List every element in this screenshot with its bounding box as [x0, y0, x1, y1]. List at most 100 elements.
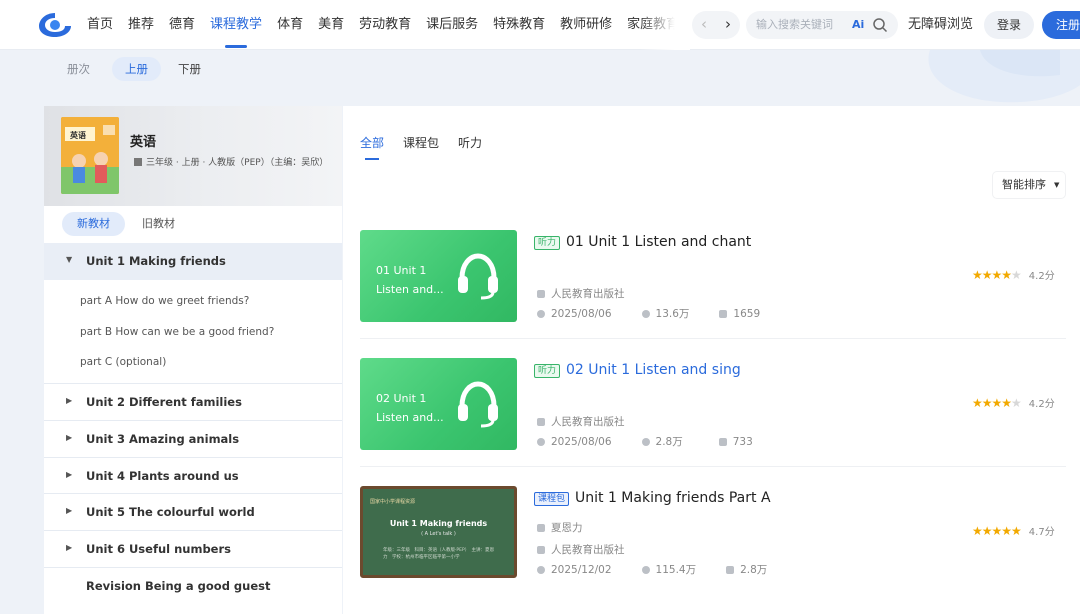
book-cover-art: [61, 117, 119, 194]
star-icon: ★: [1011, 267, 1022, 282]
resource-item[interactable]: 01 Unit 1 Listen and... 听力 01 Unit 1 Lis…: [360, 230, 1066, 358]
caret-right-icon: ▶: [66, 433, 73, 442]
rating-score: 4.2分: [1028, 399, 1055, 410]
main-nav: 首页 推荐 德育 课程教学 体育 美育 劳动教育 课后服务 特殊教育 教师研修 …: [87, 0, 722, 50]
accessibility-link[interactable]: 无障碍浏览: [908, 0, 973, 50]
resource-item[interactable]: 国家中小学课程资源 Unit 1 Making friends ( A Let'…: [360, 486, 1066, 614]
textbook-panel: 英语 英语 三年级 · 上册 · 人教版（PEP）（主编：吴欣） 新教材 旧教材…: [44, 106, 342, 614]
book-cover[interactable]: 英语: [61, 117, 119, 194]
resource-thumbnail[interactable]: 01 Unit 1 Listen and...: [360, 230, 517, 322]
edition-tabs: 新教材 旧教材: [62, 212, 192, 236]
top-header: 首页 推荐 德育 课程教学 体育 美育 劳动教育 课后服务 特殊教育 教师研修 …: [0, 0, 1080, 50]
type-badge: 课程包: [534, 492, 570, 506]
clock-icon: [537, 437, 545, 446]
volume-tab-first[interactable]: 上册: [112, 57, 161, 81]
nav-teacher-training[interactable]: 教师研修: [560, 0, 612, 50]
nav-moral[interactable]: 德育: [169, 0, 195, 50]
unit-part-item[interactable]: part B How can we be a good friend?: [80, 326, 274, 338]
unit-item[interactable]: ▼ Unit 1 Making friends: [44, 243, 342, 280]
unit-submenu: part A How do we greet friends? part B H…: [44, 281, 342, 383]
nav-arts[interactable]: 美育: [318, 0, 344, 50]
unit-item[interactable]: Revision Being a good guest: [44, 567, 342, 604]
publish-date: 2025/08/06: [551, 435, 612, 448]
view-count: 2.8万: [655, 436, 683, 448]
resource-item[interactable]: 02 Unit 1 Listen and... 听力 02 Unit 1 Lis…: [360, 358, 1066, 486]
unit-label: Unit 1 Making friends: [86, 254, 226, 268]
unit-item[interactable]: ▶ Unit 4 Plants around us: [44, 457, 342, 494]
author-text: 夏恩力: [551, 522, 583, 534]
unit-item[interactable]: ▶ Unit 6 Useful numbers: [44, 530, 342, 567]
login-button[interactable]: 登录: [984, 11, 1034, 39]
publish-date: 2025/12/02: [551, 563, 612, 576]
unit-label: Unit 6 Useful numbers: [86, 542, 231, 556]
register-button[interactable]: 注册: [1042, 11, 1080, 39]
headphones-icon: [458, 253, 498, 300]
sort-label: 智能排序: [1002, 178, 1046, 191]
tab-course-package[interactable]: 课程包: [403, 134, 439, 152]
type-badge: 听力: [534, 364, 561, 378]
sort-dropdown[interactable]: 智能排序 ▼: [993, 172, 1065, 198]
thumbnail-text: 01 Unit 1 Listen and...: [376, 264, 444, 296]
view-count: 13.6万: [655, 308, 690, 320]
search-box[interactable]: 输入搜索关键词 Ai: [746, 11, 898, 39]
unit-item[interactable]: ▶ Unit 2 Different families: [44, 383, 342, 420]
nav-after-school[interactable]: 课后服务: [426, 0, 478, 50]
edition-tab-old[interactable]: 旧教材: [127, 212, 190, 236]
resource-thumbnail[interactable]: 国家中小学课程资源 Unit 1 Making friends ( A Let'…: [360, 486, 517, 578]
volume-tab-second[interactable]: 下册: [165, 57, 214, 81]
unit-part-item[interactable]: part C (optional): [80, 356, 166, 368]
star-icon: ★★★★: [972, 395, 1012, 410]
edition-tab-new[interactable]: 新教材: [62, 212, 125, 236]
unit-part-item[interactable]: part A How do we greet friends?: [80, 295, 249, 307]
user-icon: [537, 523, 545, 532]
book-icon: [134, 157, 142, 166]
nav-course-teaching[interactable]: 课程教学: [210, 0, 262, 50]
book-meta: 三年级 · 上册 · 人教版（PEP）（主编：吴欣）: [134, 155, 328, 168]
caret-right-icon: ▶: [66, 543, 73, 552]
nav-labor[interactable]: 劳动教育: [359, 0, 411, 50]
resource-title[interactable]: 01 Unit 1 Listen and chant: [566, 234, 751, 250]
site-logo[interactable]: [38, 12, 72, 38]
book-header: 英语 英语 三年级 · 上册 · 人教版（PEP）（主编：吴欣）: [44, 106, 342, 206]
resource-thumbnail[interactable]: 02 Unit 1 Listen and...: [360, 358, 517, 450]
nav-sports[interactable]: 体育: [277, 0, 303, 50]
unit-item[interactable]: ▶ Unit 5 The colourful world: [44, 493, 342, 530]
resource-stats: 2025/08/06 13.6万 1659: [537, 306, 760, 321]
search-icon[interactable]: [872, 17, 888, 33]
star-icon: ★★★★: [972, 267, 1012, 282]
eye-icon: [641, 309, 650, 318]
tab-all[interactable]: 全部: [360, 134, 384, 160]
chevron-right-icon[interactable]: ›: [716, 11, 740, 39]
chevron-down-icon: ▼: [1054, 181, 1060, 189]
publish-date: 2025/08/06: [551, 307, 612, 320]
resource-title[interactable]: 02 Unit 1 Listen and sing: [566, 362, 741, 378]
tab-listening[interactable]: 听力: [458, 134, 482, 152]
thumbs-up-icon: [718, 437, 727, 446]
resource-publisher: 人民教育出版社: [537, 542, 625, 557]
ai-icon[interactable]: Ai: [852, 18, 864, 32]
rating: ★★★★★ 4.7分: [972, 523, 1055, 539]
nav-special-ed[interactable]: 特殊教育: [493, 0, 545, 50]
volume-label: 册次: [67, 62, 90, 76]
star-icon: ★★★★★: [972, 523, 1022, 538]
nav-recommend[interactable]: 推荐: [128, 0, 154, 50]
caret-right-icon: ▶: [66, 396, 73, 405]
resource-author: 夏恩力: [537, 520, 583, 535]
search-input[interactable]: 输入搜索关键词: [756, 11, 833, 39]
resource-title[interactable]: Unit 1 Making friends Part A: [575, 490, 771, 506]
rating: ★★★★ ★ 4.2分: [972, 267, 1055, 283]
eye-icon: [641, 437, 650, 446]
unit-item[interactable]: ▶ Unit 3 Amazing animals: [44, 420, 342, 457]
nav-home[interactable]: 首页: [87, 0, 113, 50]
unit-label: Revision Being a good guest: [86, 579, 271, 593]
resource-publisher: 人民教育出版社: [537, 414, 625, 429]
chevron-left-icon[interactable]: ‹: [692, 11, 716, 39]
unit-label: Unit 4 Plants around us: [86, 469, 239, 483]
like-count: 1659: [733, 307, 761, 320]
clock-icon: [537, 565, 545, 574]
thumbnail-subtitle: ( A Let's talk ): [421, 531, 456, 537]
headphones-icon: [458, 381, 498, 428]
publisher-text: 人民教育出版社: [551, 416, 625, 428]
thumbnail-title: Unit 1 Making friends: [389, 519, 488, 528]
view-count: 115.4万: [655, 564, 697, 576]
